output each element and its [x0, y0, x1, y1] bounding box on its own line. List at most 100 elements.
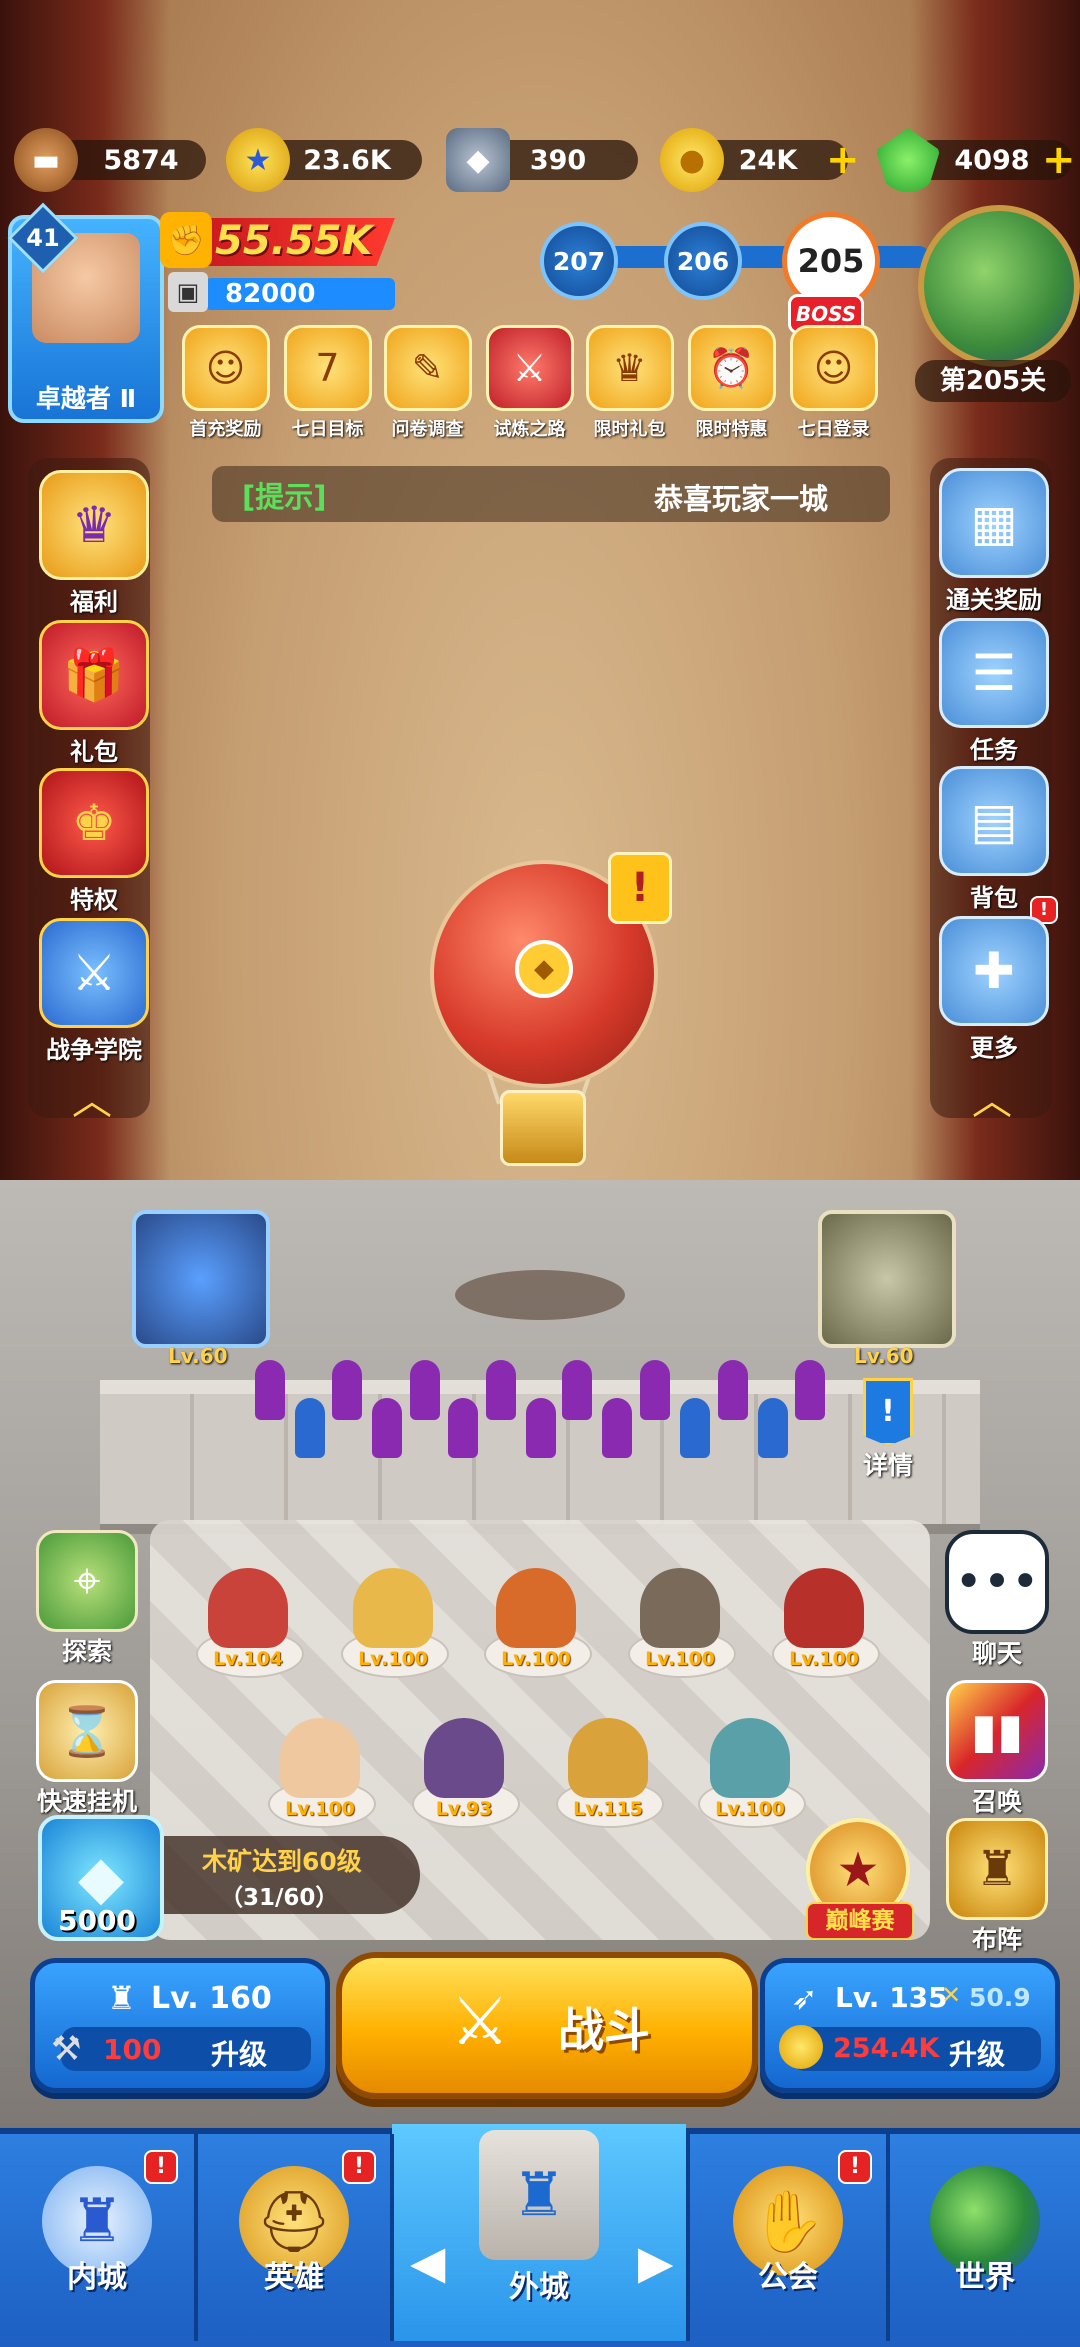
left-tower[interactable]: [132, 1210, 270, 1348]
hero-slot-1[interactable]: Lv.104: [196, 1568, 304, 1678]
camera-icon: ▣: [168, 272, 208, 312]
crystal-count: 5000: [58, 1904, 136, 1937]
archer-attack: 50.9: [969, 1983, 1031, 2012]
task-button[interactable]: ☰ 任务: [938, 618, 1050, 765]
peak-match-button[interactable]: ★ 巅峰赛: [798, 1818, 918, 1940]
battle-label: 战斗: [558, 2003, 650, 2057]
attack-icon: ✕: [941, 1981, 962, 2009]
right-tower[interactable]: [818, 1210, 956, 1348]
balloon-basket: [500, 1090, 586, 1166]
troop: [758, 1398, 788, 1458]
survey-scroll-icon: ✎: [383, 325, 472, 411]
event-survey[interactable]: ✎ 问卷调查: [380, 325, 475, 441]
stone-ore-icon: ◆: [446, 128, 510, 192]
add-gem-button[interactable]: +: [1042, 140, 1076, 180]
troop: [255, 1360, 285, 1420]
event-seven-day-login[interactable]: ☺ 七日登录: [786, 325, 881, 441]
crossed-swords-icon: ⚔: [450, 1983, 510, 2060]
hero-slot-2[interactable]: Lv.100: [341, 1568, 449, 1678]
wood-counter: 5874: [56, 140, 206, 180]
war-academy-button[interactable]: ⚔ 战争学院: [38, 918, 150, 1065]
stage-node-207: 207: [540, 222, 618, 300]
hero-slot-9[interactable]: Lv.100: [698, 1718, 806, 1828]
add-gold-button[interactable]: +: [826, 140, 860, 180]
troop: [795, 1360, 825, 1420]
hammer-icon: ⚒: [51, 2029, 82, 2069]
troop: [680, 1398, 710, 1458]
gold-coin-icon: [779, 2025, 823, 2069]
battle-button[interactable]: ⚔ 战斗: [336, 1952, 758, 2099]
castle-upgrade-label: 升级: [211, 2038, 268, 2071]
formation-button[interactable]: ♜ 布阵: [932, 1818, 1062, 1956]
summon-button[interactable]: ▮▮ 召唤: [932, 1680, 1062, 1818]
archer-upgrade-panel[interactable]: ➶ Lv. 135 ✕ 50.9 254.4K 升级: [760, 1958, 1060, 2093]
chat-bubble-icon: •••: [945, 1530, 1049, 1634]
event-limited-gift[interactable]: ♛ 限时礼包: [582, 325, 677, 441]
quest-banner[interactable]: 木矿达到60级 （31/60）: [150, 1836, 420, 1914]
explore-button[interactable]: ⌖ 探索: [22, 1530, 152, 1668]
details-flag-icon: !: [863, 1378, 913, 1446]
bow-icon: ➶: [791, 1979, 818, 2017]
tip-message: 恭喜玩家一城: [654, 482, 829, 516]
gift-pack-button[interactable]: 🎁 礼包: [38, 620, 150, 767]
archer-upgrade-label: 升级: [949, 2038, 1006, 2071]
hero-slot-7[interactable]: Lv.93: [412, 1718, 520, 1828]
tip-label: [提示]: [242, 480, 327, 514]
hero-slot-5[interactable]: Lv.100: [772, 1568, 880, 1678]
hero-slot-6[interactable]: Lv.100: [268, 1718, 376, 1828]
troop: [562, 1360, 592, 1420]
event-limited-offer[interactable]: ⏰ 限时特惠: [684, 325, 779, 441]
hero-slot-3[interactable]: Lv.100: [484, 1568, 592, 1678]
troop: [295, 1398, 325, 1458]
fist-power-icon: ✊: [160, 212, 212, 268]
troop: [718, 1360, 748, 1420]
balloon-shadow: [455, 1270, 625, 1320]
balloon-emblem-icon: ◆: [515, 940, 573, 998]
backpack-button[interactable]: ▤ 背包: [938, 766, 1050, 913]
castle-icon: ♜: [107, 1979, 136, 2017]
left-menu-collapse-chevron-icon[interactable]: ︿: [72, 1068, 112, 1126]
right-menu-collapse-chevron-icon[interactable]: ︿: [972, 1068, 1012, 1126]
reward-chest-icon: ▦: [939, 468, 1049, 578]
quest-progress: （31/60）: [220, 1885, 339, 1911]
chat-button[interactable]: ••• 聊天: [932, 1530, 1062, 1670]
more-button[interactable]: ✚ 更多: [938, 916, 1050, 1063]
plus-dpad-icon: ✚: [939, 916, 1049, 1026]
nav-next-arrow-icon[interactable]: ▶: [638, 2235, 673, 2289]
gold-coin-icon: ●: [660, 128, 724, 192]
wood-log-icon: ▬: [14, 128, 78, 192]
trial-road-icon: ⚔: [485, 325, 574, 411]
castle-upgrade-cost: 100: [103, 2033, 162, 2066]
details-button[interactable]: ! 详情: [848, 1378, 928, 1482]
quick-idle-button[interactable]: ⌛ 快速挂机: [22, 1680, 152, 1818]
hero-slot-8[interactable]: Lv.115: [556, 1718, 664, 1828]
event-first-recharge[interactable]: ☺ 首充奖励: [178, 325, 273, 441]
peak-match-label: 巅峰赛: [806, 1902, 914, 1940]
gift-box-icon: 🎁: [39, 620, 149, 730]
troop: [602, 1398, 632, 1458]
quest-title: 木矿达到60级: [202, 1847, 362, 1876]
troop: [486, 1360, 516, 1420]
task-clipboard-icon: ☰: [939, 618, 1049, 728]
balloon-alert-icon[interactable]: !: [608, 852, 672, 924]
player-avatar[interactable]: 41 卓越者 Ⅱ: [7, 202, 164, 423]
troop: [410, 1360, 440, 1420]
troop: [640, 1360, 670, 1420]
archer-upgrade-cost: 254.4K: [833, 2033, 940, 2064]
nav-prev-arrow-icon[interactable]: ◀: [410, 2235, 445, 2289]
troop: [526, 1398, 556, 1458]
map-stage-label: 第205关: [915, 360, 1071, 402]
clear-reward-button[interactable]: ▦ 通关奖励: [938, 468, 1050, 615]
event-trial-road[interactable]: ⚔ 试炼之路: [482, 325, 577, 441]
limited-offer-icon: ⏰: [687, 325, 776, 411]
nav-world[interactable]: 世界: [890, 2128, 1080, 2341]
right-tower-level: Lv.60: [854, 1344, 914, 1368]
welfare-button[interactable]: ♛ 福利: [38, 470, 150, 617]
world-map-icon[interactable]: [918, 205, 1080, 367]
privilege-button[interactable]: ♚ 特权: [38, 768, 150, 915]
sub-value-bar: 82000: [205, 278, 395, 310]
seven-day-shield-icon: 7: [283, 325, 372, 411]
event-seven-day-target[interactable]: 7 七日目标: [280, 325, 375, 441]
castle-upgrade-panel[interactable]: ♜ Lv. 160 ⚒ 100 升级: [30, 1958, 330, 2093]
hero-slot-4[interactable]: Lv.100: [628, 1568, 736, 1678]
